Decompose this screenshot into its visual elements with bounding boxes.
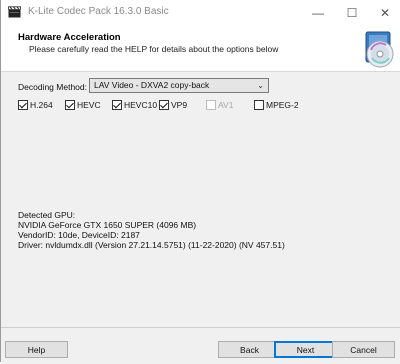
minimize-icon: — (312, 5, 324, 20)
checkbox-hevc-label: HEVC (77, 100, 101, 110)
checkbox-mpeg2[interactable]: MPEG-2 (254, 99, 299, 111)
decoding-method-label: Decoding Method: (18, 82, 87, 92)
gpu-info-name: NVIDIA GeForce GTX 1650 SUPER (4096 MB) (18, 220, 197, 230)
decoding-method-value: LAV Video - DXVA2 copy-back (94, 80, 210, 90)
checkbox-hevc-box[interactable] (65, 100, 75, 110)
checkbox-vp9-label: VP9 (171, 100, 188, 110)
decoding-method-dropdown[interactable]: LAV Video - DXVA2 copy-back ⌄ (89, 78, 269, 93)
gpu-info: Detected GPU: NVIDIA GeForce GTX 1650 SU… (18, 210, 285, 250)
installer-window: K-Lite Codec Pack 16.3.0 Basic — ☐ ✕ Har… (0, 0, 400, 364)
checkbox-vp9-box[interactable] (159, 100, 169, 110)
checkbox-h264-box[interactable] (18, 100, 28, 110)
wizard-header: Hardware Acceleration Please carefully r… (1, 25, 400, 72)
gpu-info-driver: Driver: nvldumdx.dll (Version 27.21.14.5… (18, 240, 285, 250)
checkbox-mpeg2-box[interactable] (254, 100, 264, 110)
checkbox-h264[interactable]: H.264 (18, 99, 53, 111)
options-panel: Decoding Method: LAV Video - DXVA2 copy-… (1, 72, 400, 327)
checkbox-av1: AV1 (206, 99, 233, 111)
clapperboard-icon (8, 6, 21, 18)
minimize-button[interactable]: — (303, 0, 333, 25)
page-subtitle: Please carefully read the HELP for detai… (29, 44, 279, 54)
window-title: K-Lite Codec Pack 16.3.0 Basic (28, 6, 169, 17)
next-button[interactable]: Next (274, 341, 337, 358)
close-button[interactable]: ✕ (370, 0, 400, 25)
title-bar[interactable]: K-Lite Codec Pack 16.3.0 Basic — ☐ ✕ (1, 0, 400, 25)
close-icon: ✕ (379, 5, 391, 20)
wizard-footer: Help Back Next Cancel (1, 327, 400, 364)
checkbox-av1-box (206, 100, 216, 110)
installer-cd-icon (365, 31, 394, 68)
checkbox-hevc10[interactable]: HEVC10 (112, 99, 157, 111)
page-title: Hardware Acceleration (18, 32, 121, 43)
checkbox-av1-label: AV1 (218, 100, 234, 110)
checkbox-h264-label: H.264 (30, 100, 53, 110)
gpu-info-ids: VendorID: 10de, DeviceID: 2187 (18, 230, 140, 240)
checkbox-hevc10-label: HEVC10 (124, 100, 158, 110)
checkbox-mpeg2-label: MPEG-2 (266, 100, 299, 110)
maximize-icon: ☐ (346, 5, 358, 20)
cancel-button[interactable]: Cancel (332, 341, 395, 358)
chevron-down-icon: ⌄ (257, 81, 264, 90)
checkbox-hevc[interactable]: HEVC (65, 99, 101, 111)
gpu-info-heading: Detected GPU: (18, 210, 76, 220)
checkbox-hevc10-box[interactable] (112, 100, 122, 110)
back-button[interactable]: Back (218, 341, 281, 358)
help-button[interactable]: Help (5, 341, 68, 358)
checkbox-vp9[interactable]: VP9 (159, 99, 187, 111)
maximize-button[interactable]: ☐ (337, 0, 367, 25)
